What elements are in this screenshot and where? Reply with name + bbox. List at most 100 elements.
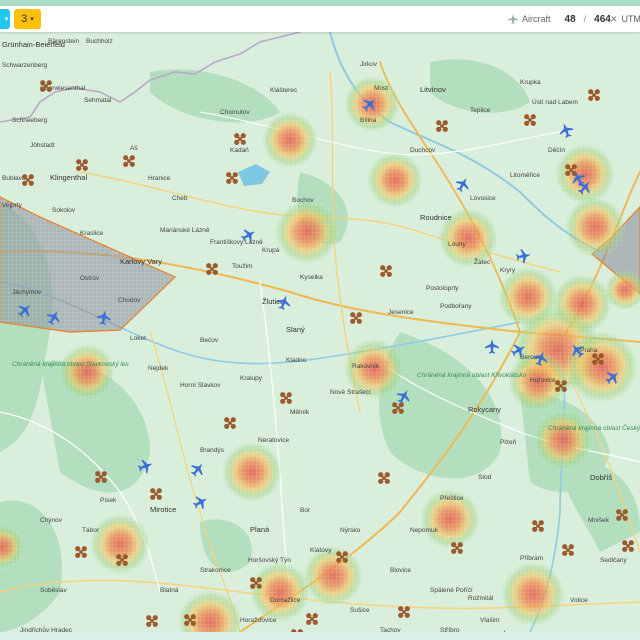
- map-canvas[interactable]: Chráněná krajinná oblast Slavkovský les …: [0, 32, 640, 632]
- heat-zone-grid: [533, 410, 593, 470]
- place-label: Vejprty: [2, 202, 23, 209]
- heat-zone-grid: [262, 112, 318, 168]
- place-label: Bochov: [292, 197, 314, 204]
- place-label: Tábor: [82, 527, 100, 534]
- place-label: Chomutov: [220, 109, 250, 116]
- place-label: Buchholz: [86, 38, 113, 45]
- heat-zone-grid: [566, 331, 638, 403]
- region-label-slavkovsky: Chráněná krajinná oblast Slavkovský les: [12, 361, 129, 368]
- place-label: Duchcov: [410, 147, 436, 154]
- place-label: Lovosice: [470, 195, 496, 202]
- place-label: Roudnice: [420, 213, 452, 222]
- place-label: Klatovy: [310, 547, 332, 554]
- filter-dropdown-button[interactable]: ▾: [0, 9, 10, 29]
- place-label: Domažlice: [270, 597, 301, 604]
- layer-value: 3: [21, 13, 28, 25]
- place-label: Bílina: [360, 117, 377, 124]
- place-label: Mariánské Lázně: [160, 227, 210, 234]
- place-label: Horní Slavkov: [180, 382, 221, 389]
- place-label: Postoloprty: [426, 285, 459, 292]
- aircraft-icon: [508, 14, 518, 24]
- layer-dropdown-button[interactable]: 3 ▾: [14, 9, 41, 29]
- place-label: Příbram: [520, 555, 543, 562]
- place-label: Klingenthal: [50, 173, 87, 182]
- place-label: Bor: [300, 507, 311, 514]
- top-toolbar: ▾ 3 ▾ Aircraft 48 / 464 ✕ UTM: [0, 6, 640, 32]
- place-label: Jáchymov: [12, 289, 42, 296]
- place-label: Chýnov: [40, 517, 63, 524]
- place-label: Přeštice: [440, 495, 464, 502]
- place-label: Neratovice: [258, 437, 289, 444]
- place-label: Děčín: [548, 147, 565, 154]
- aircraft-separator: /: [583, 14, 587, 24]
- place-label: Plzeň: [500, 439, 517, 446]
- place-label: Bečov: [200, 337, 219, 344]
- aircraft-counter[interactable]: Aircraft 48 / 464: [508, 10, 611, 28]
- place-label: Horažďovice: [240, 617, 277, 624]
- place-label: Schneeberg: [12, 117, 47, 124]
- place-label: Mirotice: [150, 505, 176, 514]
- aircraft-label: Aircraft: [522, 14, 551, 24]
- place-label: Hořovice: [530, 377, 556, 384]
- heat-zone-grid: [222, 442, 282, 502]
- place-label: Planá: [250, 525, 270, 534]
- place-label: Aš: [130, 145, 138, 152]
- place-label: Kladno: [286, 357, 307, 364]
- place-label: Mělník: [290, 409, 310, 416]
- heat-zone-grid: [250, 562, 310, 622]
- bottom-bar: [0, 632, 640, 640]
- place-label: Nové Strašecí: [330, 389, 371, 396]
- heat-zone-grid: [565, 197, 625, 257]
- place-label: Rakovník: [352, 363, 380, 370]
- place-label: Louny: [448, 241, 466, 248]
- place-label: Vlašim: [480, 617, 500, 624]
- place-label: Litoměřice: [510, 172, 540, 179]
- place-label: Slaný: [286, 325, 305, 334]
- place-label: Františkovy Lázně: [210, 239, 263, 246]
- place-label: Most: [374, 85, 388, 92]
- place-label: Soběslav: [40, 587, 67, 594]
- place-label: Spálené Poříčí: [430, 587, 473, 594]
- utm-label: UTM: [621, 14, 640, 24]
- place-label: Krupá: [262, 247, 280, 254]
- place-label: Podbořany: [440, 303, 472, 310]
- place-label: Bärenstein: [48, 38, 79, 45]
- place-label: Blatná: [160, 587, 179, 594]
- place-label: Praha: [580, 347, 598, 354]
- place-label: Schwarzenberg: [2, 62, 48, 69]
- place-label: Sedlčany: [600, 557, 627, 564]
- place-label: Sušice: [350, 607, 370, 614]
- place-label: Nepomuk: [410, 527, 439, 534]
- place-label: Kralupy: [240, 375, 263, 382]
- place-label: Krupka: [520, 79, 541, 86]
- place-label: Dobříš: [590, 473, 612, 482]
- place-label: Karlovy Vary: [120, 257, 162, 266]
- place-label: Mníšek: [588, 517, 610, 524]
- place-label: Ostrov: [80, 275, 100, 282]
- place-label: Ústí nad Labem: [532, 97, 578, 106]
- close-icon: ✕: [610, 13, 618, 24]
- place-label: Rožmitál: [468, 595, 494, 602]
- place-label: Kraslice: [80, 230, 104, 237]
- place-label: Litvínov: [420, 85, 446, 94]
- place-label: Brandýs: [200, 447, 225, 454]
- place-label: Jöhstadt: [30, 142, 55, 149]
- place-label: Toužim: [232, 263, 253, 270]
- heat-zone-grid: [303, 546, 363, 606]
- place-label: Horšovský Týn: [248, 557, 291, 564]
- region-label-krivoklatsko: Chráněná krajinná oblast Křivoklátsko: [417, 372, 526, 379]
- place-label: Kadaň: [230, 147, 249, 154]
- heat-zone-grid: [59, 344, 115, 400]
- map-view[interactable]: Chráněná krajinná oblast Slavkovský les …: [0, 32, 640, 632]
- place-label: Nýrsko: [340, 527, 361, 534]
- place-label: Jirkov: [360, 61, 378, 68]
- utm-toggle[interactable]: ✕ UTM: [610, 10, 640, 28]
- chevron-down-icon: ▾: [30, 16, 34, 23]
- region-label-cesky-kras: Chráněná krajinná oblast Český kras: [548, 423, 640, 432]
- heat-zone-grid: [501, 562, 565, 626]
- place-label: Sehmatal: [84, 97, 112, 104]
- place-label: Nejdek: [148, 365, 169, 372]
- aircraft-total-count: 464: [594, 13, 611, 25]
- place-label: Žatec: [474, 257, 491, 266]
- place-label: Loket: [130, 335, 146, 342]
